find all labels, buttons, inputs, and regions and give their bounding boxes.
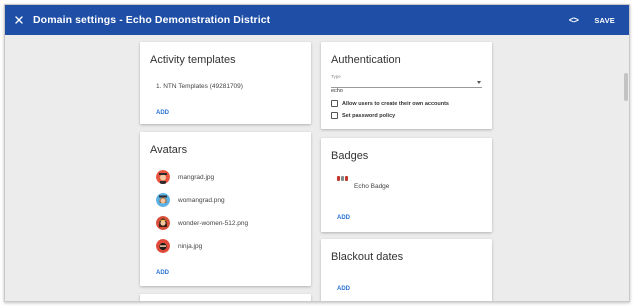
graduate-woman-avatar [156, 193, 170, 207]
avatar-list-item[interactable]: wonder-women-512.png [156, 216, 248, 230]
page-title: Domain settings - Echo Demonstration Dis… [33, 14, 271, 26]
badges-card: Badges Echo Badge ADD [321, 138, 492, 232]
avatar-list-item[interactable]: womangrad.png [156, 193, 225, 207]
code-view-button[interactable]: <> [569, 15, 579, 25]
domain-settings-window: Domain settings - Echo Demonstration Dis… [4, 4, 630, 302]
add-blackout-date-button[interactable]: ADD [337, 286, 350, 292]
app-bar: Domain settings - Echo Demonstration Dis… [5, 5, 629, 35]
blackout-dates-title: Blackout dates [331, 251, 404, 263]
next-settings-card [140, 294, 311, 301]
badge-list-item[interactable]: Echo Badge [337, 176, 389, 190]
auth-type-select[interactable]: echo [331, 79, 482, 94]
password-policy-checkbox[interactable] [331, 112, 338, 119]
add-template-button[interactable]: ADD [156, 110, 169, 116]
add-avatar-button[interactable]: ADD [156, 270, 169, 276]
authentication-card: Authentication Type echo Allow users to … [321, 42, 492, 129]
scrollbar-thumb[interactable] [624, 73, 628, 101]
password-policy-label: Set password policy [342, 112, 396, 119]
save-button[interactable]: SAVE [594, 16, 615, 25]
allow-self-registration-label: Allow users to create their own accounts [342, 100, 449, 107]
avatars-title: Avatars [150, 144, 188, 156]
allow-self-registration-checkbox[interactable] [331, 100, 338, 107]
close-icon [15, 16, 23, 24]
scrollbar-track[interactable] [622, 35, 629, 301]
avatar-name: mangrad.jpg [178, 173, 215, 181]
avatar-list-item[interactable]: mangrad.jpg [156, 170, 214, 184]
echo-badge-icon [337, 176, 348, 182]
avatar-name: ninja.jpg [178, 242, 203, 250]
badge-name: Echo Badge [354, 183, 390, 190]
authentication-title: Authentication [331, 54, 401, 66]
activity-templates-title: Activity templates [150, 54, 236, 66]
blackout-dates-card: Blackout dates ADD [321, 239, 492, 301]
add-badge-button[interactable]: ADD [337, 215, 350, 221]
close-button[interactable] [5, 5, 33, 35]
ninja-avatar [156, 239, 170, 253]
wonder-woman-avatar [156, 216, 170, 230]
avatar-name: womangrad.png [178, 196, 225, 204]
template-list-item[interactable]: 1. NTN Templates (49281709) [156, 83, 243, 90]
password-policy-option[interactable]: Set password policy [331, 112, 395, 119]
dropdown-arrow-icon [477, 81, 481, 84]
avatar-list-item[interactable]: ninja.jpg [156, 239, 202, 253]
graduate-man-avatar [156, 170, 170, 184]
auth-type-value: echo [331, 88, 343, 94]
badges-title: Badges [331, 150, 369, 162]
allow-self-registration-option[interactable]: Allow users to create their own accounts [331, 100, 449, 107]
avatars-card: Avatars mangrad.jpg womangrad.png wonder… [140, 132, 311, 286]
avatar-name: wonder-women-512.png [178, 219, 249, 227]
activity-templates-card: Activity templates 1. NTN Templates (492… [140, 42, 311, 124]
